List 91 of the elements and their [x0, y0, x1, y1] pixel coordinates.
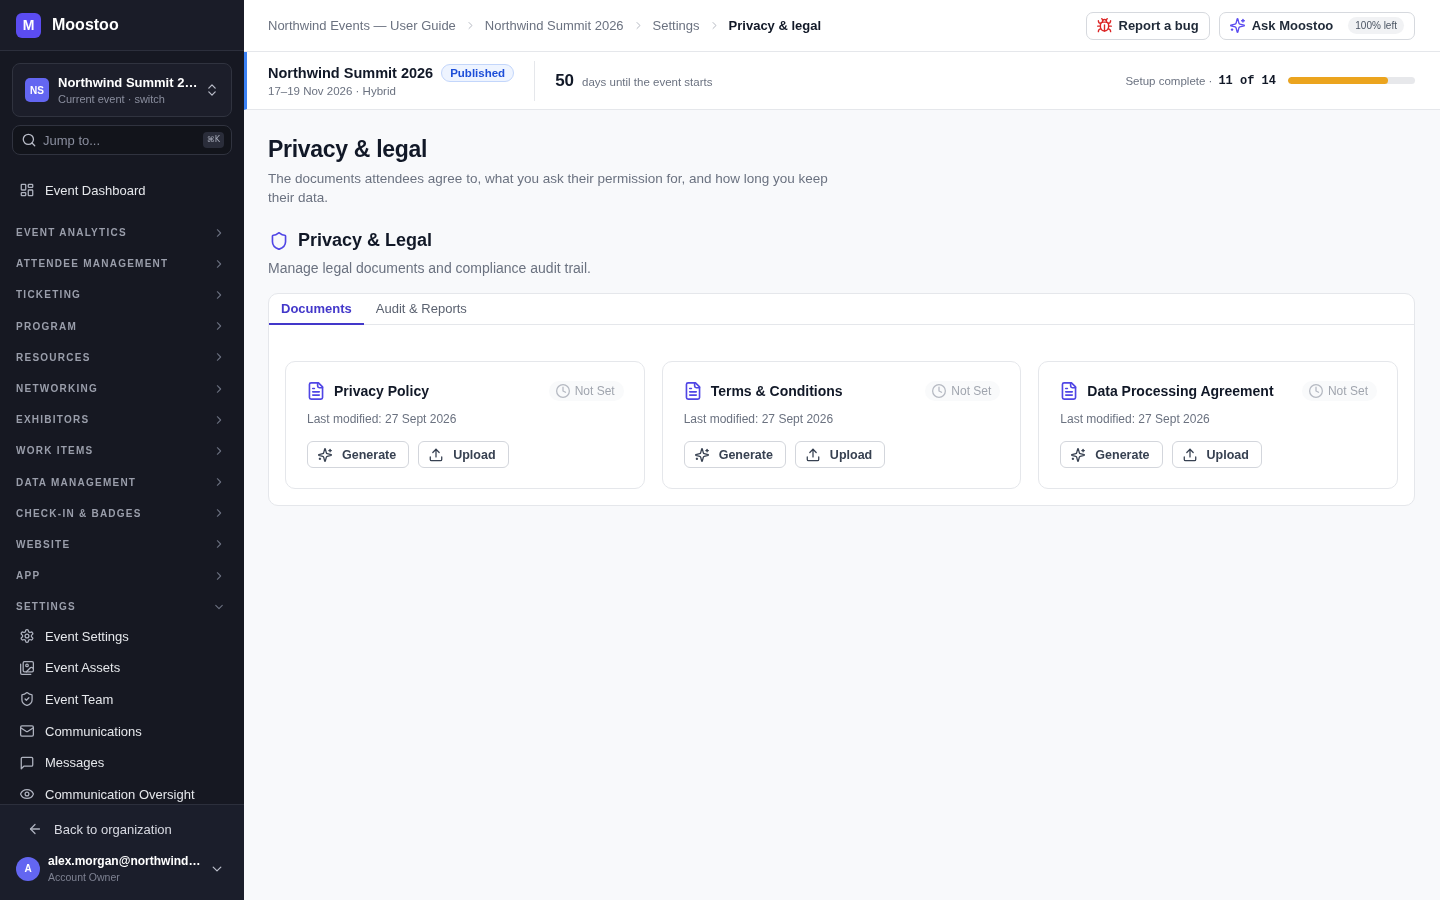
nav-section-header[interactable]: APP [12, 560, 232, 592]
dashboard-icon [20, 183, 34, 197]
images-icon [20, 660, 34, 675]
event-dates: 17–19 Nov 2026 · Hybrid [268, 85, 397, 97]
nav-section-header[interactable]: RESOURCES [12, 341, 232, 373]
last-modified: Last modified: 27 Sept 2026 [307, 412, 458, 426]
breadcrumb-link[interactable]: Privacy & legal [728, 18, 822, 33]
nav-section-header[interactable]: NETWORKING [12, 372, 232, 405]
envelope-icon [20, 724, 34, 738]
user-role: Account Owner [48, 871, 121, 883]
upload-button[interactable]: Upload [418, 441, 509, 468]
clock-icon [555, 384, 570, 398]
chat-bubble-icon [20, 755, 34, 770]
nav-section-header[interactable]: EVENT ANALYTICS [12, 217, 232, 249]
bug-icon [1096, 18, 1112, 33]
nav-item[interactable]: Communication Oversight [12, 778, 232, 804]
nav-section-header[interactable]: PROGRAM [12, 310, 232, 342]
event-avatar: NS [25, 78, 49, 102]
event-title: Northwind Summit 2026 [268, 65, 434, 81]
event-switcher-subtitle: Current event · switch [58, 93, 166, 105]
brand-name: Moostoo [52, 16, 119, 34]
nav-section-header[interactable]: SETTINGS [12, 591, 232, 623]
shortcut-key: ⌘K [202, 132, 224, 148]
document-title: Privacy Policy [334, 383, 430, 399]
setup-label: Setup complete · [1125, 74, 1213, 87]
nav-item[interactable]: Event Dashboard [12, 174, 232, 206]
breadcrumb-link[interactable]: Northwind Events — User Guide [268, 18, 456, 33]
back-link[interactable]: Back to organization [16, 813, 228, 845]
shield-check-icon [20, 692, 34, 707]
status-text: Not Set [574, 384, 615, 398]
nav-section-header[interactable]: CHECK-IN & BADGES [12, 497, 232, 529]
sparkles-icon [318, 447, 332, 462]
upload-icon [1182, 447, 1197, 462]
generate-button[interactable]: Generate [307, 441, 410, 468]
document-icon [1060, 382, 1079, 400]
nav-section-header[interactable]: EXHIBITORS [12, 404, 232, 436]
report-bug-button[interactable]: Report a bug [1085, 11, 1210, 40]
section-subtitle: Manage legal documents and compliance audit trail. [268, 260, 592, 276]
upload-button[interactable]: Upload [794, 441, 886, 468]
status-badge: Published [441, 64, 515, 82]
sparkles-icon [694, 447, 709, 462]
gear-icon [20, 629, 34, 644]
last-modified: Last modified: 27 Sept 2026 [683, 412, 835, 426]
document-icon [683, 382, 702, 400]
brand-logo: M [16, 12, 41, 38]
section-title: Privacy & Legal [298, 230, 433, 251]
nav-item[interactable]: Communications [12, 715, 232, 747]
upload-icon [805, 447, 820, 462]
nav-item[interactable]: Event Assets [12, 652, 232, 684]
generate-button[interactable]: Generate [683, 441, 786, 468]
search-icon [22, 133, 36, 147]
event-switcher[interactable]: NS Northwind Summit 2… Current event · switch [12, 63, 232, 117]
generate-button[interactable]: Generate [1060, 441, 1163, 468]
nav-item[interactable]: Event Settings [12, 620, 232, 653]
assistant-button[interactable]: Ask Moostoo 100% left [1218, 11, 1415, 40]
setup-count: 11 of 14 [1218, 73, 1276, 88]
shield-icon [270, 231, 288, 250]
tab[interactable]: Documents [269, 294, 364, 325]
status-text: Not Set [951, 384, 992, 398]
breadcrumb-link[interactable]: Settings [652, 18, 700, 33]
clock-icon [932, 384, 947, 398]
upload-icon [429, 447, 444, 462]
nav-section-header[interactable]: TICKETING [12, 279, 232, 311]
account-menu[interactable]: A alex.morgan@northwind… Account Owner [16, 854, 228, 883]
upload-button[interactable]: Upload [1171, 441, 1262, 468]
page-description: The documents attendees agree to, what you ask their permission for, and how long you keep their data. [268, 170, 829, 207]
user-email: alex.morgan@northwind… [48, 854, 202, 868]
nav-item[interactable]: Event Team [12, 683, 232, 716]
nav-section-header[interactable]: WORK ITEMS [12, 435, 232, 467]
chevrons-up-down-icon [205, 83, 219, 97]
nav-section-header[interactable]: ATTENDEE MANAGEMENT [12, 248, 232, 280]
tab[interactable]: Audit & Reports [363, 294, 479, 325]
document-icon [307, 382, 325, 400]
user-avatar: A [16, 856, 40, 881]
last-modified: Last modified: 27 Sept 2026 [1060, 412, 1211, 426]
usage-badge: 100% left [1348, 17, 1404, 34]
countdown-label: days until the event starts [582, 75, 713, 88]
clock-icon [1308, 384, 1323, 398]
eye-icon [20, 787, 34, 802]
sparkles-icon [1071, 447, 1086, 462]
sparkles-icon [1229, 18, 1245, 33]
countdown-number: 50 [555, 70, 575, 91]
document-title: Data Processing Agreement [1087, 383, 1275, 399]
page-title: Privacy & legal [268, 136, 429, 163]
document-title: Terms & Conditions [710, 383, 844, 399]
nav-section-header[interactable]: DATA MANAGEMENT [12, 466, 232, 498]
event-switcher-title: Northwind Summit 2… [58, 75, 196, 90]
nav-item[interactable]: Messages [12, 746, 232, 779]
status-text: Not Set [1327, 384, 1368, 398]
breadcrumb-link[interactable]: Northwind Summit 2026 [484, 18, 624, 33]
nav-section-header[interactable]: WEBSITE [12, 528, 232, 561]
